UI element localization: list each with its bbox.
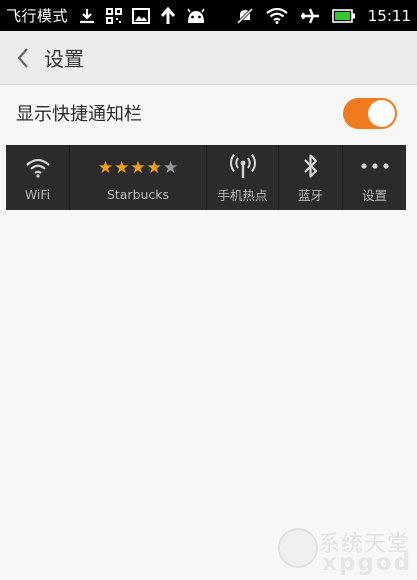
quick-item-label: 手机热点 xyxy=(217,188,268,203)
wifi-icon xyxy=(266,7,288,24)
page-title: 设置 xyxy=(44,47,84,71)
android-icon xyxy=(186,8,206,24)
watermark-domain: xpgod xyxy=(322,550,413,576)
mute-icon xyxy=(236,7,254,25)
quick-bar-toggle[interactable] xyxy=(343,97,397,129)
quick-item-label: WiFi xyxy=(24,187,51,202)
wifi-icon xyxy=(25,153,51,183)
star-icon: ★ xyxy=(114,157,130,178)
clock: 15:11 xyxy=(367,6,411,25)
quick-item-label: 蓝牙 xyxy=(297,188,323,203)
bluetooth-icon xyxy=(303,151,319,181)
qr-icon xyxy=(106,7,123,24)
status-bar-right: 15:11 xyxy=(236,0,411,31)
show-quick-notification-bar-row[interactable]: 显示快捷通知栏 xyxy=(0,86,417,140)
setting-label: 显示快捷通知栏 xyxy=(16,104,142,125)
star-empty-icon: ★ xyxy=(162,157,179,178)
quick-item-starbucks[interactable]: ★ ★ ★ ★ ★ Starbucks xyxy=(70,145,207,210)
app-header: 设置 xyxy=(0,31,417,85)
quick-item-label: Starbucks xyxy=(106,187,170,202)
back-button[interactable] xyxy=(6,31,40,85)
rating-stars: ★ ★ ★ ★ ★ xyxy=(98,153,178,183)
status-bar-left: 飞行模式 xyxy=(6,0,206,31)
quick-item-label: 设置 xyxy=(361,188,387,203)
watermark: 系统天堂 xpgod xyxy=(276,520,417,580)
airplane-icon xyxy=(300,7,320,25)
quick-item-bluetooth[interactable]: 蓝牙 xyxy=(279,145,343,210)
image-icon xyxy=(132,7,151,24)
upload-arrow-icon xyxy=(160,6,176,25)
more-dots-icon xyxy=(360,151,390,181)
quick-item-settings[interactable]: 设置 xyxy=(343,145,406,210)
battery-icon xyxy=(331,8,356,23)
download-icon xyxy=(78,7,96,25)
star-icon: ★ xyxy=(97,157,114,178)
airplane-mode-label: 飞行模式 xyxy=(6,7,69,25)
watermark-logo xyxy=(278,528,318,568)
status-bar: 飞行模式 15:11 xyxy=(0,0,417,31)
toggle-knob xyxy=(368,99,395,127)
quick-item-wifi[interactable]: WiFi xyxy=(6,145,70,210)
quick-notification-bar: WiFi ★ ★ ★ ★ ★ Starbucks 手机热点 蓝牙 设置 xyxy=(6,145,406,210)
star-icon: ★ xyxy=(146,157,162,178)
hotspot-icon xyxy=(228,151,258,181)
chevron-left-icon xyxy=(17,47,28,68)
quick-item-hotspot[interactable]: 手机热点 xyxy=(207,145,279,210)
star-icon: ★ xyxy=(130,157,146,178)
